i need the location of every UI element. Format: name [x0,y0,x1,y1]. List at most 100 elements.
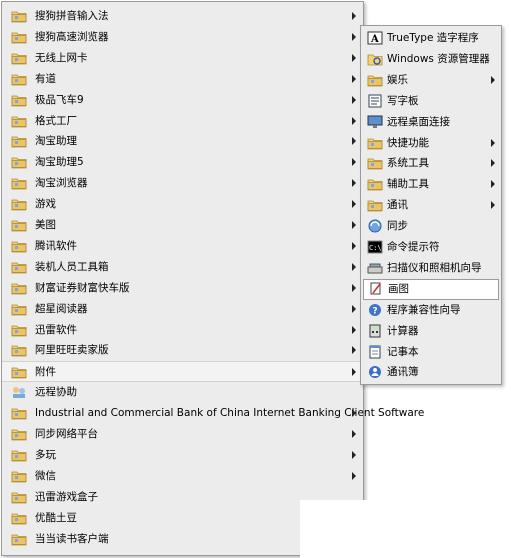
corner-decoration [300,500,511,558]
folder-icon [11,197,27,211]
submenu-arrow-icon [491,138,495,147]
start-menu-item-label: 美图 [35,219,56,231]
submenu-arrow-icon [352,450,356,459]
accessories-item[interactable]: A TrueType 造字程序 [361,28,501,49]
folder-icon [11,302,27,316]
start-menu-item-label: 淘宝助理 [35,135,77,148]
submenu-arrow-icon [491,159,495,168]
start-menu-item-label: 附件 [35,366,56,379]
folder-icon [11,155,27,169]
start-menu-item-label: 极品飞车9 [35,93,84,106]
accessories-item[interactable]: 扫描仪和照相机向导 [361,258,501,279]
folder-icon [11,281,27,295]
accessories-item[interactable]: 通讯簿 [361,362,501,383]
start-menu-item[interactable]: 淘宝助理5 [2,152,363,173]
accessories-item[interactable]: 同步 [361,216,501,237]
accessories-item[interactable]: C:\ 命令提示符 [361,237,501,258]
start-menu-item[interactable]: 有道 [2,69,363,90]
accessories-item[interactable]: 写字板 [361,91,501,112]
submenu-arrow-icon [352,241,356,250]
submenu-arrow-icon [352,346,356,355]
start-menu-item-label: 有道 [35,72,56,85]
folder-icon [11,9,27,23]
start-menu-item[interactable]: 搜狗拼音输入法 [2,6,363,27]
accessories-item[interactable]: 远程桌面连接 [361,112,501,133]
accessories-item[interactable]: 辅助工具 [361,174,501,195]
start-menu-item[interactable]: 超星阅读器 [2,299,363,320]
start-menu-item[interactable]: 腾讯软件 [2,236,363,257]
accessories-item[interactable]: 系统工具 [361,153,501,174]
remote-desktop-icon [367,115,383,129]
submenu-arrow-icon [352,137,356,146]
svg-text:?: ? [373,306,378,316]
folder-icon [11,134,27,148]
submenu-arrow-icon [352,430,356,438]
accessories-item-label: 计算器 [387,324,419,337]
start-menu-item-label: 优酷土豆 [35,511,77,524]
folder-icon [11,427,27,441]
submenu-arrow-icon [352,325,356,334]
svg-text:C:\: C:\ [369,244,382,252]
start-menu-item[interactable]: 搜狗高速浏览器 [2,27,363,48]
accessories-item-label: TrueType 造字程序 [387,32,479,44]
start-menu-item[interactable]: 淘宝浏览器 [2,173,363,194]
start-menu-item-label: 多玩 [35,448,56,461]
cmd-icon: C:\ [367,240,383,254]
start-menu-item-label: 淘宝浏览器 [35,177,88,190]
submenu-arrow-icon [352,116,356,125]
accessories-item-label: 远程桌面连接 [387,115,450,128]
remote-assist-icon [11,385,27,399]
accessories-item[interactable]: 通讯 [361,195,501,216]
submenu-arrow-icon [352,12,356,20]
start-menu-item-label: 同步网络平台 [35,428,98,440]
start-menu-item[interactable]: 阿里旺旺卖家版 [2,340,363,361]
notepad-icon [367,345,383,359]
start-menu-item[interactable]: 附件 [2,361,363,383]
folder-icon [11,260,27,274]
start-menu-item[interactable]: 装机人员工具箱 [2,257,363,278]
accessories-item[interactable]: ? 程序兼容性向导 [361,300,501,321]
start-menu-item[interactable]: 无线上网卡 [2,48,363,69]
start-menu-item[interactable]: 格式工厂 [2,111,363,132]
folder-icon [11,239,27,253]
submenu-arrow-icon [352,32,356,41]
help-icon: ? [367,303,383,317]
folder-icon [367,156,383,170]
submenu-arrow-icon [352,368,356,377]
accessories-item-label: 快捷功能 [387,136,429,149]
svg-text:A: A [370,34,379,45]
submenu-arrow-icon [491,180,495,189]
start-menu-item-label: 微信 [35,469,56,482]
accessories-item[interactable]: 娱乐 [361,70,501,91]
folder-icon [11,51,27,65]
start-menu-item[interactable]: 美图 [2,215,363,236]
folder-icon [11,114,27,128]
accessories-item-label: 系统工具 [387,157,429,170]
address-book-icon [367,365,383,379]
start-menu-item[interactable]: Industrial and Commercial Bank of China … [2,403,424,424]
start-menu-item[interactable]: 多玩 [2,445,363,466]
start-menu-item-label: 搜狗拼音输入法 [35,10,109,22]
start-menu-item[interactable]: 迅雷软件 [2,320,363,341]
paint-icon [368,282,384,296]
accessories-item[interactable]: 画图 [363,278,499,300]
accessories-item[interactable]: 记事本 [361,342,501,363]
start-menu-item[interactable]: 同步网络平台 [2,424,363,445]
start-menu-item[interactable]: 财富证券财富快车版 [2,278,363,299]
start-menu-item[interactable]: 远程协助 [2,382,363,403]
start-menu-item[interactable]: 淘宝助理 [2,131,363,152]
accessories-item[interactable]: 快捷功能 [361,133,501,154]
start-menu-item[interactable]: 微信 [2,466,363,487]
submenu-arrow-icon [352,158,356,167]
start-menu-item[interactable]: 游戏 [2,194,363,215]
accessories-item[interactable]: Windows 资源管理器 [361,49,501,70]
start-menu-item[interactable]: 极品飞车9 [2,90,363,111]
submenu-arrow-icon [352,471,356,480]
folder-icon [11,406,27,420]
folder-icon [11,532,27,546]
folder-icon [11,176,27,190]
accessories-item-label: 扫描仪和照相机向导 [387,261,482,274]
folder-icon [11,343,27,357]
accessories-item[interactable]: 计算器 [361,321,501,342]
submenu-arrow-icon [352,221,356,229]
